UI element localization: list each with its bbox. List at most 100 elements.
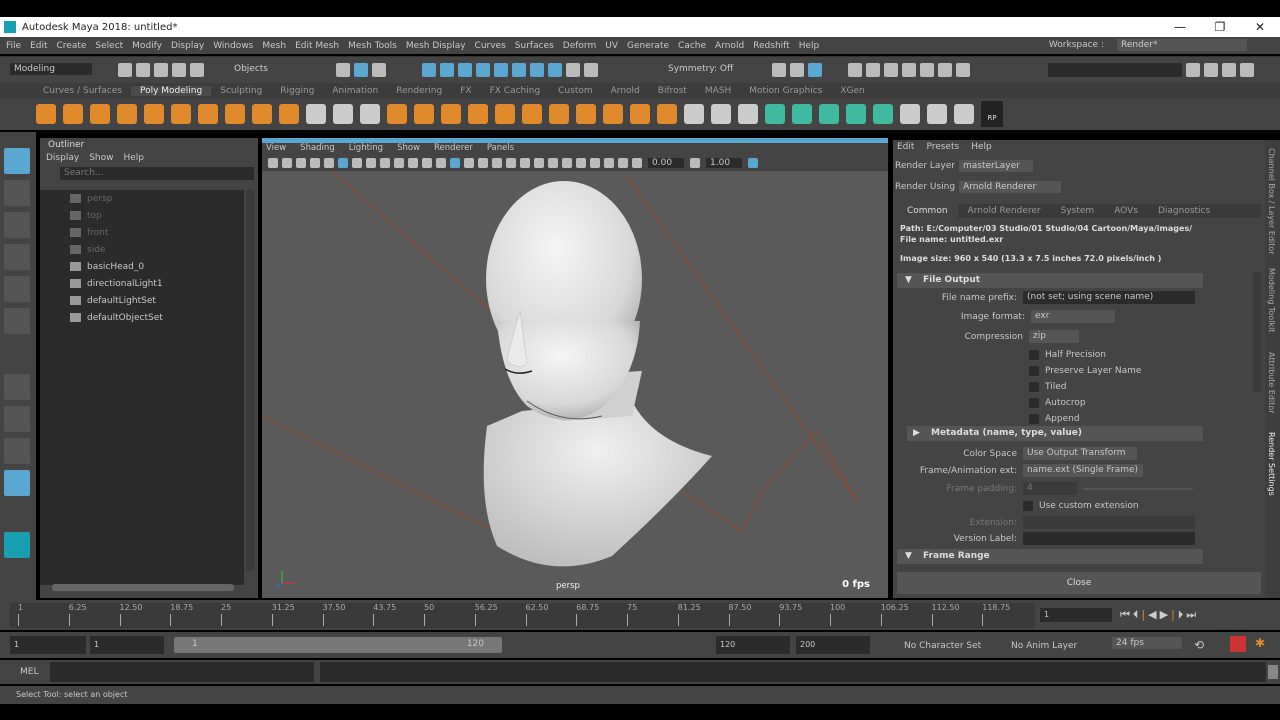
outliner-menu-display[interactable]: Display: [46, 153, 79, 163]
shelf-tab-rigging[interactable]: Rigging: [271, 86, 323, 96]
ambient-occlusion-icon[interactable]: [534, 158, 544, 168]
lasso-tool-icon[interactable]: [4, 180, 30, 206]
motion-blur-icon[interactable]: [548, 158, 558, 168]
use-all-lights-icon[interactable]: [506, 158, 516, 168]
image-format-dropdown[interactable]: exr: [1031, 310, 1115, 323]
shelf-tab-mash[interactable]: MASH: [696, 86, 740, 96]
redo-icon[interactable]: [190, 63, 204, 77]
render-view-icon[interactable]: [790, 63, 804, 77]
menu-arnold[interactable]: Arnold: [715, 41, 744, 51]
poly-cube-icon[interactable]: [63, 104, 83, 124]
multi-cut-icon[interactable]: [576, 104, 596, 124]
combine-icon[interactable]: [306, 104, 326, 124]
file-name-prefix-input[interactable]: (not set; using scene name): [1023, 291, 1195, 304]
grease-pencil-icon[interactable]: [324, 158, 334, 168]
poly-cylinder-icon[interactable]: [90, 104, 110, 124]
color-management-icon[interactable]: [748, 158, 758, 168]
preserve-layer-name-checkbox[interactable]: [1029, 366, 1039, 376]
connect-icon[interactable]: [630, 104, 650, 124]
play-forwards-icon[interactable]: ▶: [1160, 608, 1171, 621]
menu-display[interactable]: Display: [171, 41, 204, 51]
viewport-menu-show[interactable]: Show: [397, 143, 420, 155]
playback-end-field[interactable]: 120: [716, 636, 790, 654]
maximize-button[interactable]: ❐: [1200, 17, 1240, 37]
menu-generate[interactable]: Generate: [627, 41, 669, 51]
play-icon[interactable]: [938, 63, 952, 77]
super-shape-icon[interactable]: [252, 104, 272, 124]
safe-title-icon[interactable]: [422, 158, 432, 168]
outliner-horizontal-scrollbar[interactable]: [52, 584, 234, 591]
shelf-tab-fx[interactable]: FX: [451, 86, 480, 96]
svg-icon[interactable]: [279, 104, 299, 124]
compression-dropdown[interactable]: zip: [1029, 330, 1079, 343]
new-scene-icon[interactable]: [118, 63, 132, 77]
wireframe-on-shaded-icon[interactable]: [492, 158, 502, 168]
xray-joints-icon[interactable]: [604, 158, 614, 168]
current-frame-field[interactable]: 1: [1040, 608, 1112, 622]
isolate-select-icon[interactable]: [576, 158, 586, 168]
menu-mesh-tools[interactable]: Mesh Tools: [348, 41, 397, 51]
snap-point-icon[interactable]: [458, 63, 472, 77]
input-line-field[interactable]: [1048, 63, 1182, 77]
color-space-dropdown[interactable]: Use Output Transform: [1023, 447, 1137, 460]
paint-select-icon[interactable]: [4, 212, 30, 238]
snap-vertex-icon[interactable]: [512, 63, 526, 77]
platonic-icon[interactable]: [225, 104, 245, 124]
cut-uv-icon[interactable]: [846, 104, 866, 124]
smooth-shade-icon[interactable]: [450, 158, 460, 168]
textured-icon[interactable]: [478, 158, 488, 168]
attribute-editor-icon[interactable]: [1204, 63, 1218, 77]
open-scene-icon[interactable]: [136, 63, 150, 77]
snap-plane-icon[interactable]: [476, 63, 490, 77]
shelf-tab-fx-caching[interactable]: FX Caching: [481, 86, 550, 96]
viewport-panel[interactable]: View Shading Lighting Show Renderer Panels 0.…: [262, 138, 888, 598]
four-view-layout-icon[interactable]: [4, 406, 30, 432]
close-render-settings-button[interactable]: Close: [897, 572, 1261, 594]
anim-layer-dropdown[interactable]: No Anim Layer: [1011, 641, 1077, 651]
go-to-end-icon[interactable]: ⏭: [1186, 608, 1199, 621]
tab-channel-box[interactable]: Channel Box / Layer Editor: [1267, 148, 1276, 255]
menu-set-dropdown[interactable]: Modeling: [10, 63, 92, 75]
shelf-tab-rendering[interactable]: Rendering: [387, 86, 451, 96]
resolution-gate-icon[interactable]: [366, 158, 376, 168]
tiled-checkbox[interactable]: [1029, 382, 1039, 392]
step-forward-icon[interactable]: ⏵: [1178, 608, 1187, 621]
image-plane-icon[interactable]: [310, 158, 320, 168]
ipr-render-icon[interactable]: [866, 63, 880, 77]
gamma-field[interactable]: 1.00: [706, 158, 742, 168]
extrude-icon[interactable]: [441, 104, 461, 124]
film-gate-icon[interactable]: [352, 158, 362, 168]
menu-edit-mesh[interactable]: Edit Mesh: [295, 41, 339, 51]
shelf-tab-animation[interactable]: Animation: [323, 86, 387, 96]
quad-draw-icon[interactable]: [657, 104, 677, 124]
select-icon[interactable]: [584, 63, 598, 77]
menu-select[interactable]: Select: [95, 41, 123, 51]
tab-attribute-editor[interactable]: Attribute Editor: [1267, 352, 1276, 414]
sculpt-icon[interactable]: [684, 104, 704, 124]
symmetry-dropdown[interactable]: Symmetry: Off: [668, 64, 733, 74]
outliner-item[interactable]: front: [40, 224, 244, 241]
viewport-menu-view[interactable]: View: [266, 143, 286, 155]
boolean-icon[interactable]: [387, 104, 407, 124]
outliner-search-input[interactable]: Search...: [60, 167, 254, 180]
character-set-dropdown[interactable]: No Character Set: [904, 641, 981, 651]
poly-torus-icon[interactable]: [144, 104, 164, 124]
shelf-tab-arnold[interactable]: Arnold: [602, 86, 649, 96]
outliner-item[interactable]: defaultLightSet: [40, 292, 244, 309]
poly-sphere-icon[interactable]: [36, 104, 56, 124]
safe-action-icon[interactable]: [408, 158, 418, 168]
half-precision-checkbox[interactable]: [1029, 350, 1039, 360]
step-forward-key-icon[interactable]: |: [1171, 608, 1178, 621]
close-button[interactable]: ✕: [1240, 17, 1280, 37]
grid-icon[interactable]: [338, 158, 348, 168]
delete-history-icon[interactable]: [954, 104, 974, 124]
script-editor-icon[interactable]: [1268, 665, 1278, 679]
menu-edit[interactable]: Edit: [30, 41, 47, 51]
outliner-menu-help[interactable]: Help: [123, 153, 144, 163]
fill-hole-icon[interactable]: [495, 104, 515, 124]
anti-aliasing-icon[interactable]: [562, 158, 572, 168]
shelf-tab-poly-modeling[interactable]: Poly Modeling: [130, 85, 212, 96]
move-tool-icon[interactable]: [4, 244, 30, 270]
camera-select-icon[interactable]: [268, 158, 278, 168]
pause-icon[interactable]: [956, 63, 970, 77]
